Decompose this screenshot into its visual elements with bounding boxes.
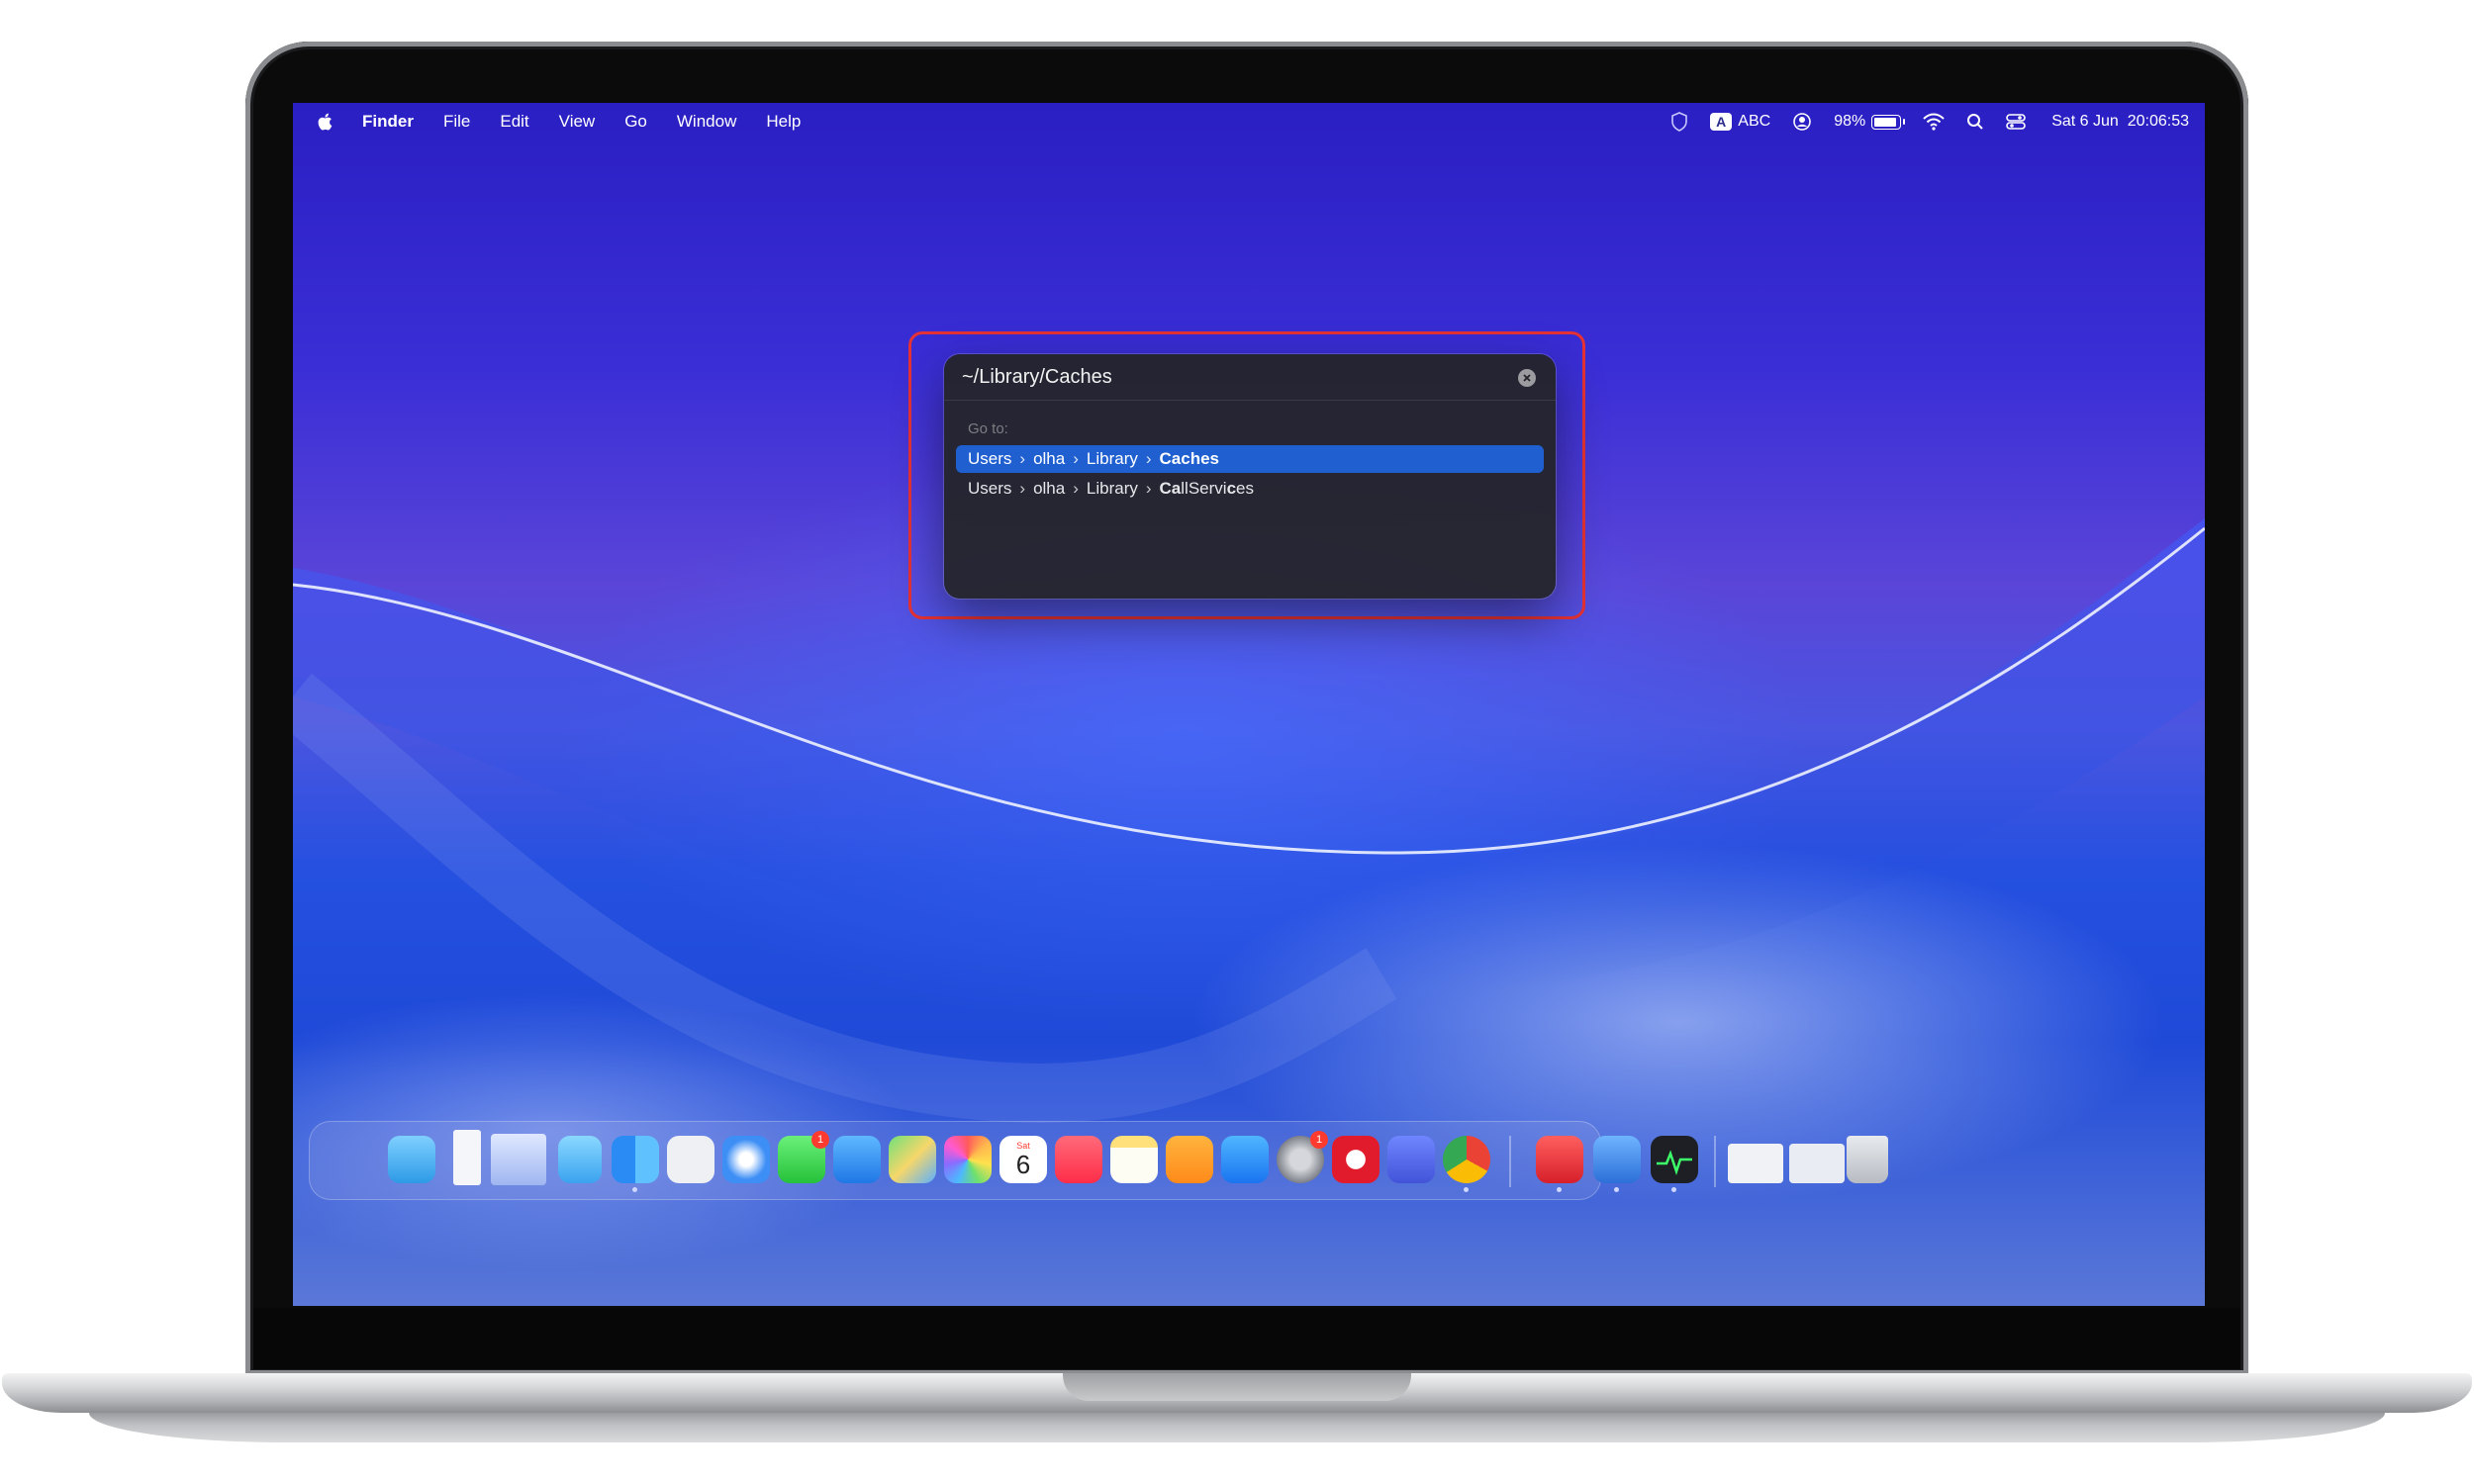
antivirus-icon[interactable] bbox=[1536, 1136, 1583, 1183]
running-indicator bbox=[1614, 1187, 1619, 1192]
document-stack-icon[interactable] bbox=[453, 1130, 481, 1185]
running-indicator bbox=[1557, 1187, 1562, 1192]
input-source-menu[interactable]: A ABC bbox=[1710, 113, 1770, 131]
path-suggestion-callservices[interactable]: Users › olha › Library › CallServices bbox=[956, 475, 1544, 503]
battery-icon bbox=[1871, 114, 1906, 130]
input-source-label: ABC bbox=[1738, 113, 1771, 130]
calendar-icon[interactable]: Sat 6 bbox=[999, 1136, 1047, 1183]
music-icon[interactable] bbox=[1055, 1136, 1102, 1183]
opera-icon[interactable] bbox=[1332, 1136, 1380, 1183]
path-segment: Users bbox=[968, 479, 1012, 498]
simulator-icon[interactable] bbox=[1387, 1136, 1435, 1183]
running-indicator bbox=[1464, 1187, 1469, 1192]
messages-badge: 1 bbox=[811, 1131, 829, 1149]
menu-go[interactable]: Go bbox=[624, 112, 647, 132]
menu-file[interactable]: File bbox=[443, 112, 470, 132]
chevron-right-icon: › bbox=[1073, 449, 1079, 468]
battery-percent: 98% bbox=[1834, 113, 1866, 130]
dock-separator bbox=[1509, 1136, 1511, 1187]
menu-app-finder[interactable]: Finder bbox=[362, 112, 414, 132]
chevron-right-icon: › bbox=[1145, 479, 1152, 498]
spotlight-search-icon[interactable] bbox=[1966, 113, 1984, 131]
path-segment: Library bbox=[1086, 449, 1138, 468]
battery-status[interactable]: 98% bbox=[1834, 113, 1906, 131]
clear-path-button[interactable] bbox=[1518, 369, 1536, 387]
control-center-icon[interactable] bbox=[2006, 112, 2027, 132]
menu-edit[interactable]: Edit bbox=[500, 112, 528, 132]
chevron-right-icon: › bbox=[1019, 479, 1026, 498]
mail-icon[interactable] bbox=[833, 1136, 881, 1183]
path-segment-last: Caches bbox=[1159, 449, 1220, 468]
path-segment: olha bbox=[1033, 449, 1066, 468]
go-to-path-field bbox=[944, 354, 1556, 401]
menu-window[interactable]: Window bbox=[677, 112, 736, 132]
dock-separator bbox=[1714, 1136, 1716, 1187]
input-source-badge: A bbox=[1710, 113, 1733, 131]
wifi-icon[interactable] bbox=[1923, 113, 1945, 131]
folder-icon[interactable] bbox=[558, 1136, 602, 1183]
safari-icon[interactable] bbox=[722, 1136, 770, 1183]
go-to-section-label: Go to: bbox=[968, 420, 1008, 437]
close-icon bbox=[1523, 374, 1531, 382]
go-to-folder-dialog: Go to: Users › olha › Library › Caches U… bbox=[944, 354, 1556, 599]
launchpad-icon[interactable] bbox=[667, 1136, 714, 1183]
app-store-icon[interactable] bbox=[1221, 1136, 1269, 1183]
settings-badge: 1 bbox=[1310, 1131, 1328, 1149]
image-stack-icon[interactable] bbox=[491, 1134, 546, 1185]
photos-icon[interactable] bbox=[944, 1136, 992, 1183]
user-account-icon[interactable] bbox=[1792, 112, 1812, 132]
backup-icon[interactable] bbox=[1593, 1136, 1641, 1183]
maps-icon[interactable] bbox=[889, 1136, 936, 1183]
notes-icon[interactable] bbox=[1110, 1136, 1158, 1183]
laptop-chin bbox=[253, 1308, 2240, 1369]
running-indicator bbox=[1671, 1187, 1676, 1192]
pages-icon[interactable] bbox=[1166, 1136, 1213, 1183]
finder-icon[interactable] bbox=[612, 1136, 659, 1183]
path-segment-last: CallServices bbox=[1159, 479, 1254, 498]
running-indicator bbox=[632, 1187, 637, 1192]
menu-bar: Finder File Edit View Go Window Help A A… bbox=[293, 103, 2205, 140]
path-input[interactable] bbox=[962, 364, 1496, 390]
trash-icon[interactable] bbox=[1847, 1136, 1888, 1183]
path-segment: Users bbox=[968, 449, 1012, 468]
chevron-right-icon: › bbox=[1073, 479, 1079, 498]
path-segment: olha bbox=[1033, 479, 1066, 498]
laptop-opening-notch bbox=[1063, 1373, 1411, 1401]
calendar-day: 6 bbox=[1015, 1150, 1031, 1179]
chrome-icon[interactable] bbox=[1443, 1136, 1490, 1183]
folder-icon[interactable] bbox=[388, 1136, 435, 1183]
laptop-base-underside bbox=[89, 1413, 2385, 1442]
path-suggestion-caches[interactable]: Users › olha › Library › Caches bbox=[956, 445, 1544, 473]
chevron-right-icon: › bbox=[1019, 449, 1026, 468]
menu-view[interactable]: View bbox=[559, 112, 596, 132]
menu-help[interactable]: Help bbox=[766, 112, 801, 132]
vpn-shield-icon[interactable] bbox=[1670, 112, 1688, 132]
menu-bar-clock[interactable]: Sat 6 Jun 20:06:53 bbox=[2051, 113, 2189, 131]
window-preview-icon[interactable] bbox=[1728, 1144, 1783, 1183]
activity-monitor-icon[interactable] bbox=[1651, 1136, 1698, 1183]
chevron-right-icon: › bbox=[1145, 449, 1152, 468]
window-preview-icon[interactable] bbox=[1789, 1144, 1845, 1183]
apple-icon[interactable] bbox=[315, 111, 336, 133]
path-segment: Library bbox=[1086, 479, 1138, 498]
